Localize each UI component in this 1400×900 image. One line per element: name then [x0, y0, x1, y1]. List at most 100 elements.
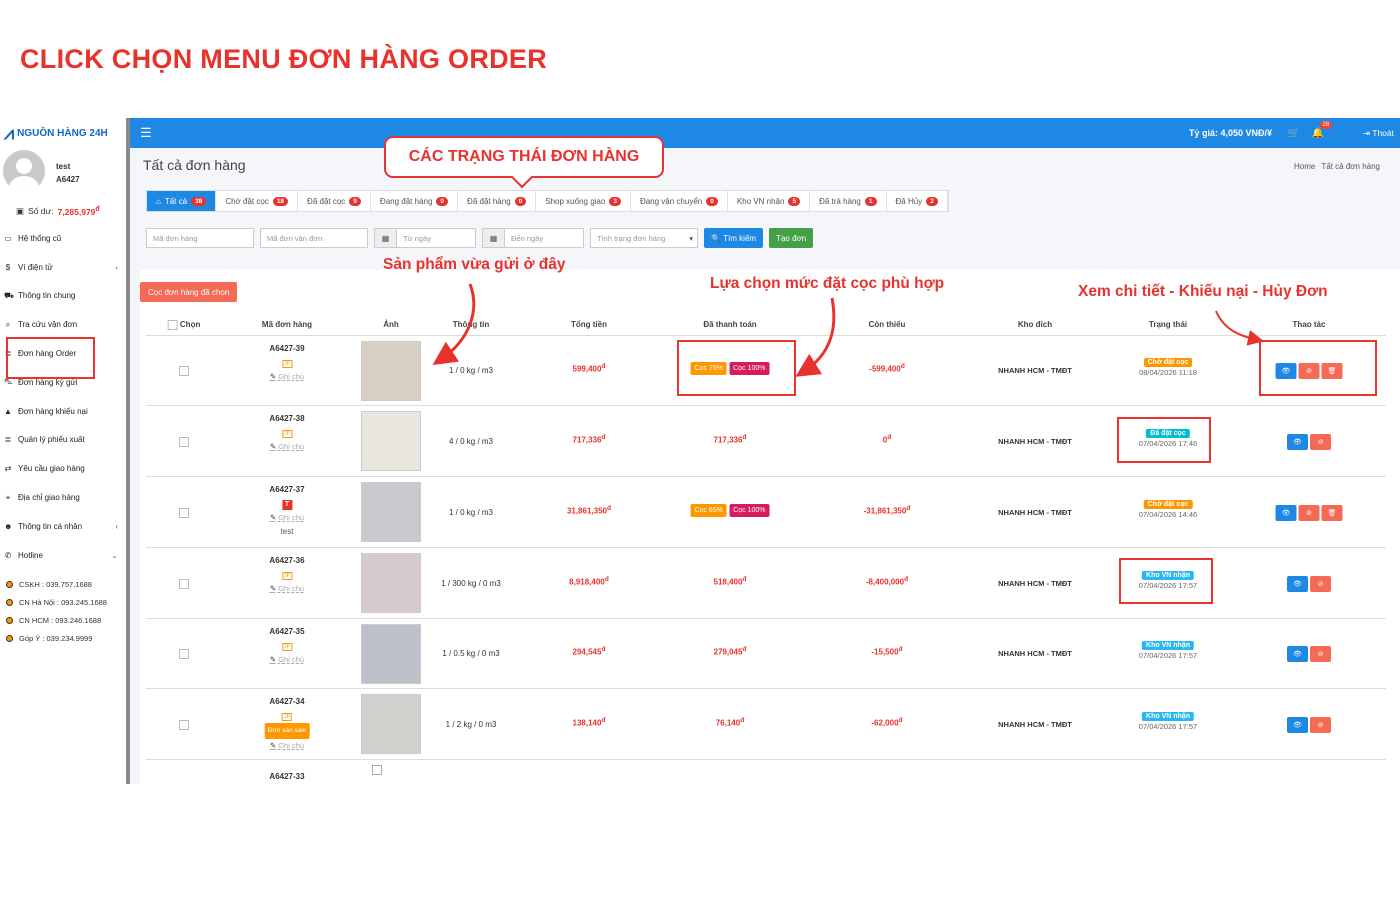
- product-image[interactable]: [361, 411, 421, 471]
- note-link[interactable]: ✎ Ghi chú: [265, 739, 310, 753]
- paid-amount: 279,045đ: [713, 646, 747, 657]
- tab-6[interactable]: Đang vận chuyển 0: [631, 191, 728, 211]
- sidebar-item-label: Đơn hàng ký gửi: [18, 377, 78, 387]
- table-row: A6427-35 JP ✎ Ghi chú 1 / 0.5 kg / 0 m3 29…: [146, 619, 1386, 689]
- sidebar-item-11[interactable]: ✆ Hotline ⌄: [0, 541, 126, 570]
- select-all-checkbox[interactable]: [167, 320, 178, 330]
- order-code[interactable]: A6427-35: [269, 625, 304, 639]
- column-header: Thao tác: [1292, 320, 1326, 329]
- status-select[interactable]: Tình trạng đơn hàng ▾: [590, 228, 698, 248]
- view-detail-button[interactable]: 👁: [1287, 433, 1308, 450]
- table-row: A6427-34 JP Đơn sàn sale ✎ Ghi chú 1 / 2 …: [146, 689, 1386, 760]
- shipping-code-input[interactable]: Mã đơn vận đơn: [260, 228, 368, 248]
- complaint-button[interactable]: ⊘: [1310, 575, 1331, 592]
- sidebar-item-label: Hotline: [18, 550, 43, 560]
- tab-2[interactable]: Đã đặt cọc 9: [298, 191, 371, 211]
- sale-badge: Đơn sàn sale: [264, 723, 310, 739]
- order-code[interactable]: A6427-34: [265, 695, 310, 709]
- sidebar-item-6[interactable]: ▲ Đơn hàng khiếu nại: [0, 397, 126, 426]
- note-link[interactable]: ✎ Ghi chú: [269, 370, 304, 384]
- sidebar-item-9[interactable]: ⌖ Địa chỉ giao hàng: [0, 483, 126, 512]
- row-checkbox[interactable]: [179, 719, 189, 730]
- search-button[interactable]: 🔍 Tìm kiếm: [704, 228, 764, 248]
- order-code[interactable]: A6427-36: [269, 554, 304, 568]
- row-checkbox[interactable]: [179, 507, 189, 518]
- complaint-button[interactable]: ⊘: [1310, 646, 1331, 662]
- order-code-input[interactable]: Mã đơn hàng: [146, 228, 254, 248]
- deposit-selected-button[interactable]: Cọc đơn hàng đã chọn: [140, 282, 238, 302]
- calendar-icon: ▦: [482, 228, 504, 248]
- order-code[interactable]: A6427-33: [269, 772, 304, 781]
- tab-0[interactable]: ⌂ Tất cả 38: [147, 191, 217, 211]
- sidebar-item-3[interactable]: ⌕ Tra cứu vận đơn: [0, 310, 126, 339]
- sidebar: ⩘ NGUỒN HÀNG 24H test A6427 ▣ Số dư: 7,2…: [0, 118, 130, 784]
- hamburger-icon[interactable]: ☰: [140, 125, 152, 141]
- breadcrumb-home[interactable]: Home: [1294, 162, 1315, 171]
- sidebar-item-1[interactable]: $ Ví điện tử ‹: [0, 253, 126, 282]
- status-badge: Kho VN nhận: [1142, 711, 1194, 721]
- row-checkbox[interactable]: [179, 649, 189, 659]
- order-total: 717,336đ: [572, 433, 606, 445]
- sidebar-item-0[interactable]: ▭ Hệ thống cũ: [0, 224, 126, 253]
- note-link[interactable]: ✎ Ghi chú: [269, 653, 304, 667]
- order-code[interactable]: A6427-39: [269, 342, 304, 356]
- complaint-button[interactable]: ⊘: [1310, 433, 1331, 450]
- annotation-actions: Xem chi tiết - Khiếu nại - Hủy Đơn: [1078, 283, 1328, 300]
- complaint-button[interactable]: ⊘: [1298, 504, 1320, 521]
- row-checkbox[interactable]: [179, 436, 189, 447]
- bell-icon[interactable]: 🔔 28: [1312, 120, 1333, 139]
- sidebar-item-8[interactable]: ⇄ Yêu cầu giao hàng: [0, 454, 126, 483]
- highlight-deposit: [677, 340, 796, 396]
- product-image[interactable]: [361, 624, 421, 684]
- logout-button[interactable]: ⇥ Thoát: [1363, 128, 1394, 139]
- sidebar-item-7[interactable]: ≣ Quản lý phiếu xuất: [0, 426, 126, 455]
- tab-label: Đã Hủy: [895, 196, 923, 206]
- sidebar-item-label: Thông tin cá nhân: [18, 521, 83, 531]
- sidebar-item-10[interactable]: ☻ Thông tin cá nhân ‹: [0, 512, 126, 541]
- to-date-input[interactable]: Đến ngày: [504, 228, 584, 248]
- view-detail-button[interactable]: 👁: [1287, 646, 1308, 662]
- tab-7[interactable]: Kho VN nhận 5: [728, 191, 811, 211]
- search-icon: ⌕: [5, 319, 11, 329]
- order-code[interactable]: A6427-37: [269, 483, 304, 497]
- missing-amount: 0đ: [882, 433, 892, 445]
- tab-9[interactable]: Đã Hủy 2: [887, 191, 948, 211]
- cart-icon[interactable]: 🛒: [1288, 128, 1300, 139]
- sidebar-item-2[interactable]: ⛟ Thông tin chung: [0, 282, 126, 311]
- logo-text: NGUỒN HÀNG 24H: [17, 127, 108, 139]
- order-total: 294,545đ: [572, 646, 606, 657]
- tab-8[interactable]: Đã trả hàng 1: [810, 191, 887, 211]
- logo[interactable]: ⩘ NGUỒN HÀNG 24H: [0, 118, 126, 148]
- missing-amount: -599,400đ: [869, 363, 905, 374]
- column-header: Tổng tiền: [571, 320, 607, 329]
- cancel-order-button[interactable]: 🗑: [1321, 504, 1343, 521]
- product-image[interactable]: [361, 694, 421, 754]
- product-image[interactable]: [361, 341, 421, 401]
- product-image[interactable]: [361, 553, 421, 613]
- row-checkbox[interactable]: [179, 366, 189, 376]
- missing-amount: -15,500đ: [871, 646, 903, 657]
- row-checkbox[interactable]: [179, 578, 189, 589]
- table-row: A6427-33: [146, 760, 1386, 784]
- view-detail-button[interactable]: 👁: [1275, 504, 1297, 521]
- product-image[interactable]: [361, 482, 421, 542]
- balance-label: Số dư:: [28, 206, 54, 216]
- tab-label: Đang đặt hàng: [379, 196, 433, 206]
- note-link[interactable]: ✎ Ghi chú: [269, 511, 304, 525]
- tab-5[interactable]: Shop xuống giao 3: [536, 191, 631, 211]
- view-detail-button[interactable]: 👁: [1287, 575, 1308, 592]
- sidebar-item-label: Yêu cầu giao hàng: [18, 464, 85, 474]
- create-order-button[interactable]: Tạo đơn: [769, 228, 814, 248]
- from-date-input[interactable]: Từ ngày: [396, 228, 476, 248]
- note-link[interactable]: ✎ Ghi chú: [269, 440, 304, 454]
- tab-3[interactable]: Đang đặt hàng 0: [371, 191, 459, 211]
- order-code[interactable]: A6427-38: [269, 412, 304, 426]
- order-total: 8,918,400đ: [569, 575, 609, 587]
- tab-4[interactable]: Đã đặt hàng 0: [458, 191, 537, 211]
- note-link[interactable]: ✎ Ghi chú: [269, 582, 304, 596]
- deposit-partial-button[interactable]: Cọc 65%: [690, 503, 727, 517]
- deposit-full-button[interactable]: Cọc 100%: [729, 503, 770, 517]
- complaint-button[interactable]: ⊘: [1310, 716, 1331, 733]
- view-detail-button[interactable]: 👁: [1287, 716, 1308, 733]
- tab-1[interactable]: Chờ đặt cọc 18: [216, 191, 299, 211]
